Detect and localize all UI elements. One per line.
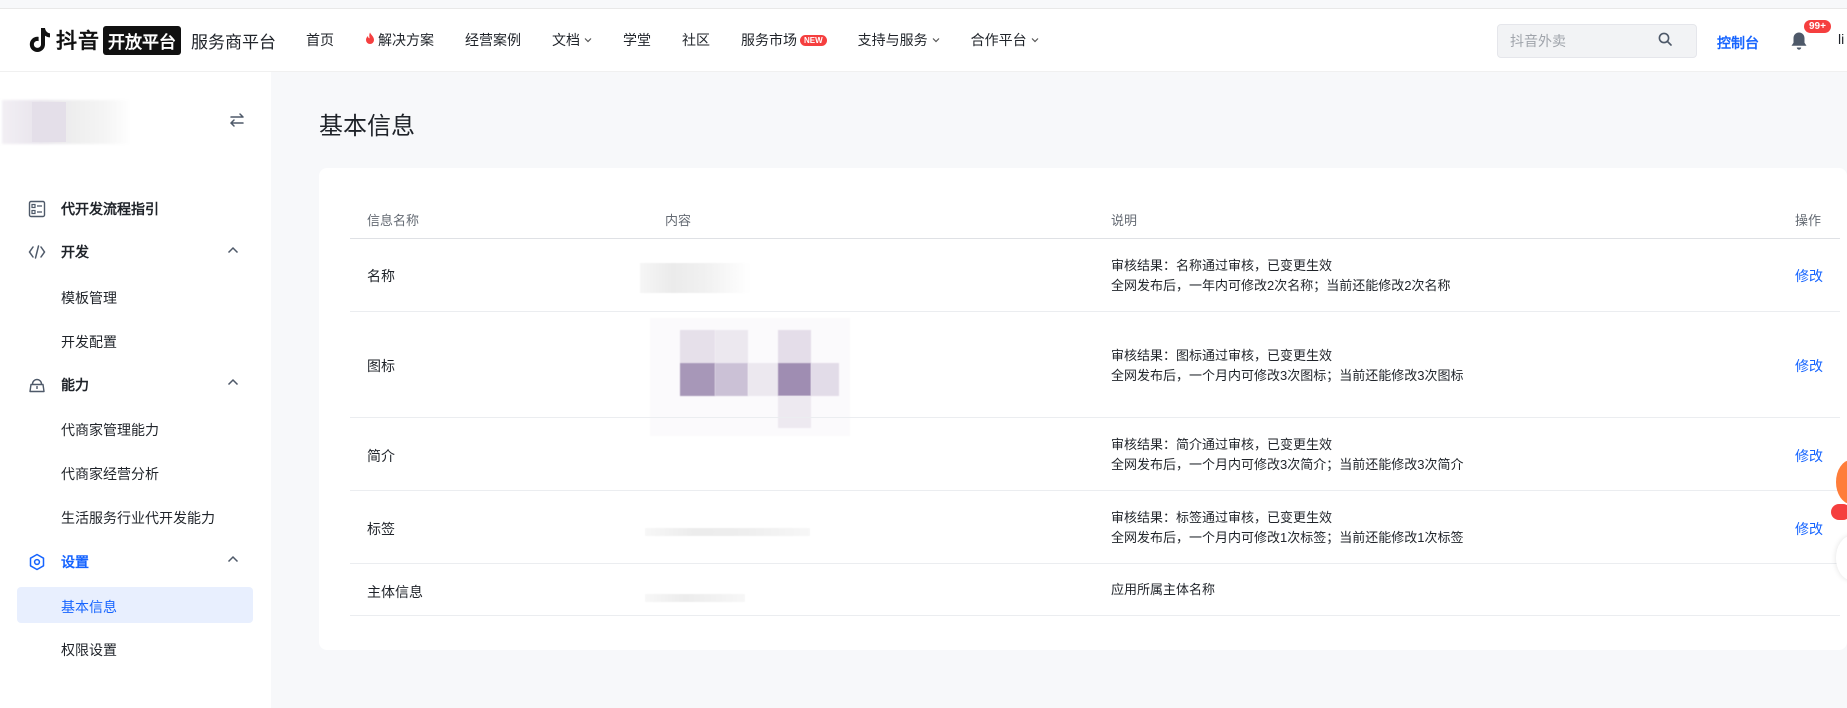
row-tags-label: 标签: [367, 521, 395, 537]
nav-item-2[interactable]: 经营案例: [465, 30, 521, 50]
floating-tag: [1831, 504, 1847, 520]
nav-item-8[interactable]: 合作平台: [971, 30, 1039, 50]
blurred-content: [640, 263, 750, 293]
nav-item-label: 社区: [682, 32, 710, 48]
douyin-logo-icon: [28, 26, 52, 54]
sidebar-item-life-service[interactable]: 生活服务行业代开发能力: [61, 508, 215, 528]
sidebar-item-merchant-analysis[interactable]: 代商家经营分析: [61, 464, 159, 484]
chevron-down-icon: [1031, 35, 1039, 45]
row-tags-desc-2: 全网发布后，一个月内可修改1次标签；当前还能修改1次标签: [1111, 530, 1464, 545]
nav-item-label: 支持与服务: [857, 32, 928, 48]
edit-name-button[interactable]: 修改: [1795, 266, 1823, 286]
nav-item-label: 首页: [306, 32, 334, 48]
top-navigation: 抖音 开放平台 服务商平台 首页 解决方案 经营案例 文档 学堂 社区 服务市场 NEW 支持与…: [0, 8, 1847, 72]
nav-item-0[interactable]: 首页: [306, 30, 334, 50]
edit-intro-button[interactable]: 修改: [1795, 446, 1823, 466]
nav-item-label: 解决方案: [378, 32, 434, 48]
row-intro-label: 简介: [367, 448, 395, 464]
search-input[interactable]: [1510, 33, 1650, 49]
app-icon-blurred: [650, 318, 850, 436]
chevron-up-icon[interactable]: [226, 552, 240, 571]
row-tags-desc-1: 审核结果：标签通过审核，已变更生效: [1111, 510, 1333, 525]
info-card: [319, 168, 1847, 650]
row-divider: [350, 563, 1840, 564]
chevron-up-icon[interactable]: [226, 375, 240, 394]
sidebar-group-settings[interactable]: 设置: [28, 552, 89, 572]
collapse-toggle-icon[interactable]: [228, 112, 246, 133]
row-intro-desc-1: 审核结果：简介通过审核，已变更生效: [1111, 437, 1333, 452]
row-intro-desc-2: 全网发布后，一个月内可修改3次简介；当前还能修改3次简介: [1111, 457, 1464, 472]
logo-subtitle: 服务商平台: [191, 32, 276, 52]
settings-icon: [28, 553, 46, 571]
chevron-up-icon[interactable]: [226, 243, 240, 262]
edit-tags-button[interactable]: 修改: [1795, 519, 1823, 539]
row-name-label: 名称: [367, 268, 395, 284]
bell-icon[interactable]: [1790, 31, 1808, 56]
nav-item-3[interactable]: 文档: [552, 30, 592, 50]
logo-badge: 开放平台: [103, 25, 181, 55]
sidebar-group-label: 设置: [61, 554, 89, 570]
row-icon-desc-2: 全网发布后，一个月内可修改3次图标；当前还能修改3次图标: [1111, 368, 1464, 383]
row-icon-desc-1: 审核结果：图标通过审核，已变更生效: [1111, 348, 1333, 363]
sidebar-item-permissions[interactable]: 权限设置: [61, 640, 117, 660]
ability-icon: [28, 376, 46, 394]
sidebar-active-highlight: [17, 587, 253, 623]
nav-item-label: 服务市场: [741, 32, 797, 48]
nav-menu: 首页 解决方案 经营案例 文档 学堂 社区 服务市场 NEW 支持与服务 合作平台: [306, 30, 1070, 50]
logo-brand: 抖音: [56, 30, 100, 53]
table-header-divider: [350, 238, 1840, 239]
row-divider: [350, 615, 1840, 616]
sidebar-item-basic-info[interactable]: 基本信息: [61, 597, 117, 617]
fire-icon: [365, 32, 375, 48]
sidebar-item-dev-config[interactable]: 开发配置: [61, 332, 117, 352]
sidebar-group-label: 开发: [61, 244, 89, 260]
column-header-content: 内容: [665, 213, 692, 228]
row-entity-label: 主体信息: [367, 584, 423, 600]
new-badge: NEW: [800, 34, 827, 46]
app-avatar: [2, 98, 132, 144]
nav-item-label: 文档: [552, 32, 580, 48]
notification-count-badge: 99+: [1804, 20, 1831, 33]
blurred-content: [645, 594, 745, 602]
nav-item-6[interactable]: 服务市场 NEW: [741, 30, 827, 50]
nav-item-label: 学堂: [623, 32, 651, 48]
nav-item-5[interactable]: 社区: [682, 30, 710, 50]
sidebar-item-label: 代开发流程指引: [61, 201, 159, 217]
search-box[interactable]: [1497, 24, 1697, 58]
row-divider: [350, 417, 1840, 418]
console-link[interactable]: 控制台: [1717, 33, 1759, 53]
search-icon[interactable]: [1658, 32, 1672, 51]
sidebar-group-ability[interactable]: 能力: [28, 375, 89, 395]
user-avatar[interactable]: li: [1838, 31, 1844, 47]
row-name-desc-1: 审核结果：名称通过审核，已变更生效: [1111, 258, 1333, 273]
sidebar-group-label: 能力: [61, 377, 89, 393]
column-header-name: 信息名称: [367, 213, 420, 228]
sidebar-item-template[interactable]: 模板管理: [61, 288, 117, 308]
nav-item-4[interactable]: 学堂: [623, 30, 651, 50]
nav-item-label: 经营案例: [465, 32, 521, 48]
chevron-down-icon: [584, 35, 592, 45]
logo[interactable]: 抖音 开放平台 服务商平台: [28, 25, 276, 55]
guide-icon: [28, 200, 46, 218]
sidebar-item-guide[interactable]: 代开发流程指引: [28, 199, 159, 219]
row-divider: [350, 490, 1840, 491]
sidebar-group-dev[interactable]: 开发: [28, 242, 89, 262]
nav-item-label: 合作平台: [970, 32, 1027, 48]
edit-icon-button[interactable]: 修改: [1795, 356, 1823, 376]
nav-item-1[interactable]: 解决方案: [365, 30, 434, 50]
column-header-description: 说明: [1111, 213, 1138, 228]
row-icon-label: 图标: [367, 358, 395, 374]
blurred-content: [645, 528, 810, 536]
code-icon: [28, 243, 46, 261]
page-title: 基本信息: [319, 113, 415, 140]
chevron-down-icon: [932, 35, 940, 45]
row-entity-desc: 应用所属主体名称: [1111, 582, 1216, 597]
row-name-desc-2: 全网发布后，一年内可修改2次名称；当前还能修改2次名称: [1111, 278, 1451, 293]
row-divider: [350, 311, 1840, 312]
column-header-action: 操作: [1795, 213, 1822, 228]
nav-item-7[interactable]: 支持与服务: [858, 30, 940, 50]
sidebar-item-merchant-manage[interactable]: 代商家管理能力: [61, 420, 159, 440]
